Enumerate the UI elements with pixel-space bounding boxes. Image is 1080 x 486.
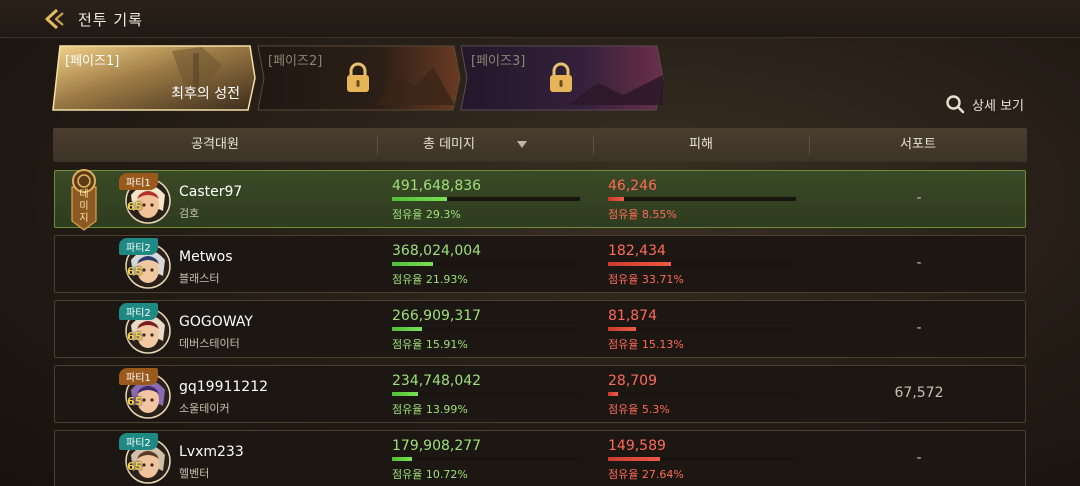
taken-share-bar [608,392,796,396]
tab-phase-1-name: 최후의 성전 [171,86,240,102]
damage-taken-value: 182,434 [608,243,666,259]
column-total-damage[interactable]: 총 데미지 [377,128,593,162]
tab-phase-3[interactable]: [페이즈3] [458,45,664,111]
damage-taken-value: 81,874 [608,308,657,324]
party-badge: 파티1 [119,173,158,190]
taken-share-fill [608,197,625,201]
table-header: 공격대원 총 데미지 피해 서포트 [53,128,1027,162]
player-class: 헬벤터 [179,467,210,480]
damage-share-bar [392,197,580,201]
taken-share-fill [608,262,672,266]
tab-phase-1[interactable]: [페이즈1] 최후의 성전 [52,45,256,111]
damage-share-fill [392,327,422,331]
player-class: 소울테이커 [179,402,230,415]
player-name: gq19911212 [179,379,269,395]
level-badge: 65 [127,395,143,408]
tab-phase-2-label: [페이즈2] [268,54,323,69]
total-damage-value: 491,648,836 [392,178,482,194]
damage-share-text: 점유율 15.91% [392,338,468,351]
level-badge: 65 [127,330,143,343]
taken-share-text: 점유율 8.55% [608,208,677,221]
sort-down-icon [516,141,527,148]
total-damage-value: 179,908,277 [392,438,482,454]
damage-share-fill [392,262,434,266]
search-icon [946,95,965,114]
tab-phase-1-label: [페이즈1] [65,54,120,69]
taken-share-text: 점유율 33.71% [608,273,684,286]
column-damage-taken-label: 피해 [689,137,713,152]
taken-share-bar [608,197,796,201]
top-bar: 전투 기록 [0,0,1080,38]
detail-view-label: 상세 보기 [972,98,1024,114]
damage-share-fill [392,457,413,461]
damage-share-text: 점유율 29.3% [392,208,461,221]
column-attacker-label: 공격대원 [191,137,239,152]
damage-taken-value: 28,709 [608,373,657,389]
support-value: 67,572 [894,385,944,401]
column-support-label: 서포트 [900,137,936,152]
player-class: 검호 [179,207,200,220]
tab-phase-2[interactable]: [페이즈2] [255,45,461,111]
damage-share-bar [392,457,580,461]
detail-view-button[interactable]: 상세 보기 [945,94,1024,114]
table-row[interactable]: 파티2 65 GOGOWAY 데버스테이터 266,909,317 점유율 15… [54,300,1026,358]
taken-share-bar [608,457,796,461]
level-badge: 65 [127,265,143,278]
total-damage-value: 266,909,317 [392,308,482,324]
lock-icon [550,62,572,92]
damage-taken-value: 46,246 [608,178,657,194]
total-damage-value: 234,748,042 [392,373,482,389]
tab-phase-3-label: [페이즈3] [471,54,526,69]
damage-medal-label: 데미지 [79,189,89,224]
damage-share-fill [392,197,448,201]
taken-share-fill [608,392,618,396]
damage-share-bar [392,327,580,331]
player-name: GOGOWAY [179,314,253,330]
taken-share-fill [608,327,637,331]
lock-icon [347,62,369,92]
back-arrow-icon[interactable] [44,7,70,31]
taken-share-bar [608,262,796,266]
support-value: - [916,320,922,336]
damage-share-text: 점유율 21.93% [392,273,468,286]
party-badge: 파티2 [119,433,158,450]
player-class: 블래스터 [179,272,220,285]
column-total-damage-label: 총 데미지 [423,137,475,152]
taken-share-text: 점유율 15.13% [608,338,684,351]
level-badge: 65 [127,200,143,213]
table-row[interactable]: 파티1 65 gq19911212 소울테이커 234,748,042 점유율 … [54,365,1026,423]
player-name: Caster97 [179,184,243,200]
party-badge: 파티2 [119,303,158,320]
taken-share-text: 점유율 5.3% [608,403,670,416]
support-value: - [916,450,922,466]
damage-share-text: 점유율 10.72% [392,468,468,481]
damage-share-text: 점유율 13.99% [392,403,468,416]
player-name: Lvxm233 [179,444,244,460]
taken-share-text: 점유율 27.64% [608,468,684,481]
page-title: 전투 기록 [78,11,143,29]
damage-share-bar [392,262,580,266]
column-damage-taken[interactable]: 피해 [593,128,809,162]
total-damage-value: 368,024,004 [392,243,482,259]
column-attacker[interactable]: 공격대원 [53,128,377,162]
table-row[interactable]: 파티2 65 Metwos 블래스터 368,024,004 점유율 21.93… [54,235,1026,293]
table-row[interactable]: 데미지 파티1 65 Caster97 검호 491,648,836 점유율 2… [54,169,1026,231]
level-badge: 65 [127,460,143,473]
taken-share-bar [608,327,796,331]
column-support[interactable]: 서포트 [809,128,1027,162]
support-value: - [916,255,922,271]
damage-share-fill [392,392,419,396]
party-badge: 파티2 [119,238,158,255]
table-row[interactable]: 파티2 65 Lvxm233 헬벤터 179,908,277 점유율 10.72… [54,430,1026,486]
damage-share-bar [392,392,580,396]
taken-share-fill [608,457,660,461]
damage-taken-value: 149,589 [608,438,666,454]
player-name: Metwos [179,249,233,265]
player-class: 데버스테이터 [179,337,240,350]
support-value: - [916,190,922,206]
party-badge: 파티1 [119,368,158,385]
